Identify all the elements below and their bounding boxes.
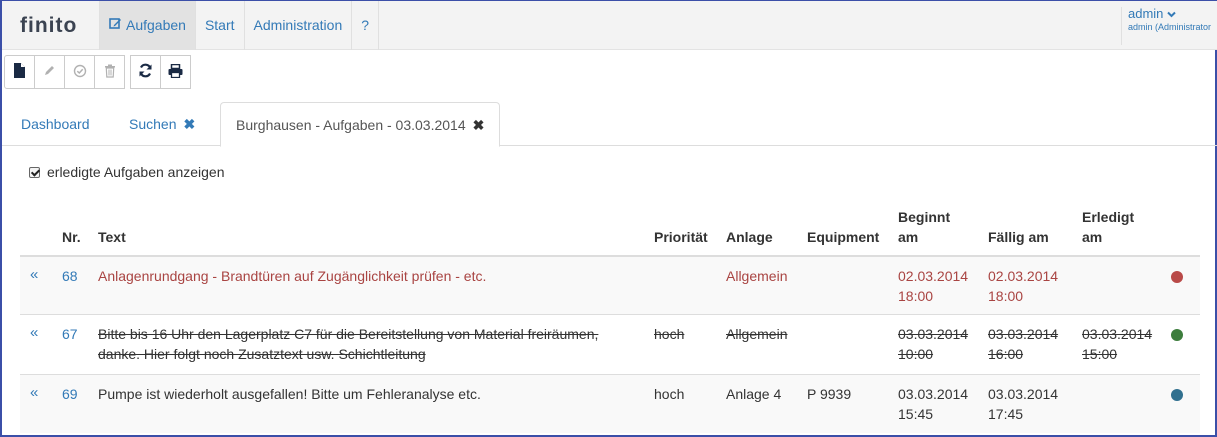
header-text[interactable]: Text: [98, 227, 126, 247]
erledigt-time: 15:00: [1082, 346, 1118, 362]
faellig-time: 18:00: [988, 288, 1024, 304]
task-nr-link[interactable]: 68: [62, 266, 78, 286]
refresh-button[interactable]: [130, 55, 161, 89]
nav-item-administration[interactable]: Administration: [245, 1, 353, 50]
header-nr[interactable]: Nr.: [62, 227, 81, 247]
beginnt-date: 03.03.2014: [898, 326, 969, 342]
task-text-line1: Bitte bis 16 Uhr den Lagerplatz C7 für d…: [98, 326, 599, 342]
main-nav: Aufgaben Start Administration ?: [99, 1, 380, 50]
beginnt-time: 15:45: [898, 406, 934, 422]
tab-label: Dashboard: [21, 116, 90, 132]
expand-arrow-icon[interactable]: «: [30, 266, 38, 283]
task-nr-link[interactable]: 69: [62, 384, 78, 404]
user-name-label: admin: [1128, 6, 1164, 21]
beginnt-date: 02.03.2014: [898, 268, 969, 284]
tab-label: Suchen: [129, 116, 177, 132]
nav-item-label: Aufgaben: [126, 17, 186, 33]
task-anlage: Anlage 4: [726, 386, 782, 402]
header-anlage[interactable]: Anlage: [726, 227, 773, 247]
show-done-checkbox[interactable]: erledigte Aufgaben anzeigen: [29, 164, 224, 180]
task-nr-link[interactable]: 67: [62, 324, 78, 344]
complete-task-button[interactable]: [64, 55, 95, 89]
faellig-time: 16:00: [988, 346, 1024, 362]
tab-burghausen-aufgaben[interactable]: Burghausen - Aufgaben - 03.03.2014 ✖: [220, 102, 501, 147]
top-navbar: finito Aufgaben Start Administration ? a…: [2, 1, 1217, 50]
show-done-label: erledigte Aufgaben anzeigen: [47, 164, 225, 180]
user-menu[interactable]: admin admin (Administrator: [1121, 7, 1211, 45]
task-text: Pumpe ist wiederholt ausgefallen! Bitte …: [98, 386, 481, 402]
header-faellig[interactable]: Fällig am: [988, 227, 1049, 247]
close-icon[interactable]: ✖: [183, 102, 195, 146]
print-icon: [168, 63, 183, 81]
faellig-date: 03.03.2014: [988, 326, 1059, 342]
delete-task-button[interactable]: [94, 55, 125, 89]
print-button[interactable]: [160, 55, 191, 89]
header-erledigt-line1: Erledigt: [1082, 209, 1135, 225]
header-beginnt[interactable]: Beginnt am: [898, 207, 950, 247]
toolbar: [4, 55, 191, 89]
task-faellig: 03.03.2014 17:45: [988, 384, 1058, 424]
app-window: finito Aufgaben Start Administration ? a…: [0, 0, 1217, 437]
expand-arrow-icon[interactable]: «: [30, 384, 38, 401]
refresh-icon: [138, 63, 153, 81]
edit-task-button[interactable]: [34, 55, 65, 89]
task-beginnt: 03.03.2014 15:45: [898, 384, 968, 424]
header-beginnt-line1: Beginnt: [898, 209, 951, 225]
faellig-date: 02.03.2014: [988, 268, 1059, 284]
status-dot: [1171, 271, 1183, 283]
task-erledigt: 03.03.2014 15:00: [1082, 324, 1152, 364]
status-dot: [1171, 389, 1183, 401]
table-row[interactable]: « 67 Bitte bis 16 Uhr den Lagerplatz C7 …: [20, 315, 1200, 375]
task-text: Anlagenrundgang - Brandtüren auf Zugängl…: [98, 268, 487, 284]
task-anlage: Allgemein: [726, 326, 788, 342]
task-text-line2: danke. Hier folgt noch Zusatztext usw. S…: [98, 346, 426, 362]
new-document-icon: [13, 63, 26, 81]
table-row[interactable]: « 69 Pumpe ist wiederholt ausgefallen! B…: [20, 375, 1200, 433]
beginnt-time: 10:00: [898, 346, 934, 362]
header-erledigt[interactable]: Erledigt am: [1082, 207, 1134, 247]
pencil-icon: [43, 64, 56, 80]
task-equipment: P 9939: [807, 386, 852, 402]
task-text: Bitte bis 16 Uhr den Lagerplatz C7 für d…: [98, 324, 598, 364]
header-erledigt-line2: am: [1082, 229, 1103, 245]
erledigt-date: 03.03.2014: [1082, 326, 1153, 342]
tab-bar: Dashboard Suchen ✖ Burghausen - Aufgaben …: [2, 101, 1217, 147]
task-prioritaet: hoch: [654, 386, 685, 402]
new-task-button[interactable]: [4, 55, 35, 89]
faellig-date: 03.03.2014: [988, 386, 1059, 402]
user-role: admin (Administrator: [1128, 22, 1212, 32]
header-equipment[interactable]: Equipment: [807, 227, 879, 247]
beginnt-time: 18:00: [898, 288, 934, 304]
status-dot: [1171, 329, 1183, 341]
task-prioritaet: hoch: [654, 326, 685, 342]
nav-item-aufgaben[interactable]: Aufgaben: [99, 1, 196, 50]
brand-logo[interactable]: finito: [20, 14, 77, 38]
trash-icon: [104, 64, 116, 81]
header-prioritaet[interactable]: Priorität: [654, 227, 708, 247]
table-row[interactable]: « 68 Anlagenrundgang - Brandtüren auf Zu…: [20, 257, 1200, 315]
user-name[interactable]: admin: [1128, 7, 1211, 21]
faellig-time: 17:45: [988, 406, 1024, 422]
beginnt-date: 03.03.2014: [898, 386, 969, 402]
task-anlage: Allgemein: [726, 268, 788, 284]
nav-item-start[interactable]: Start: [196, 1, 245, 50]
task-faellig: 03.03.2014 16:00: [988, 324, 1058, 364]
tasks-table: Nr. Text Priorität Anlage Equipment Begi…: [20, 200, 1200, 433]
tab-label: Burghausen - Aufgaben - 03.03.2014: [236, 117, 466, 133]
task-beginnt: 03.03.2014 10:00: [898, 324, 968, 364]
header-beginnt-line2: am: [898, 229, 919, 245]
checkbox-checked[interactable]: [29, 166, 40, 178]
task-beginnt: 02.03.2014 18:00: [898, 266, 968, 306]
tab-dashboard[interactable]: Dashboard: [21, 102, 90, 146]
close-icon[interactable]: ✖: [473, 103, 485, 147]
nav-item-help[interactable]: ?: [352, 1, 380, 50]
table-header: Nr. Text Priorität Anlage Equipment Begi…: [20, 200, 1200, 257]
edit-icon: [109, 1, 122, 49]
task-faellig: 02.03.2014 18:00: [988, 266, 1058, 306]
check-circle-icon: [73, 64, 87, 81]
expand-arrow-icon[interactable]: «: [30, 324, 38, 341]
tab-suchen[interactable]: Suchen ✖: [129, 102, 195, 146]
chevron-down-icon: [1167, 7, 1176, 18]
